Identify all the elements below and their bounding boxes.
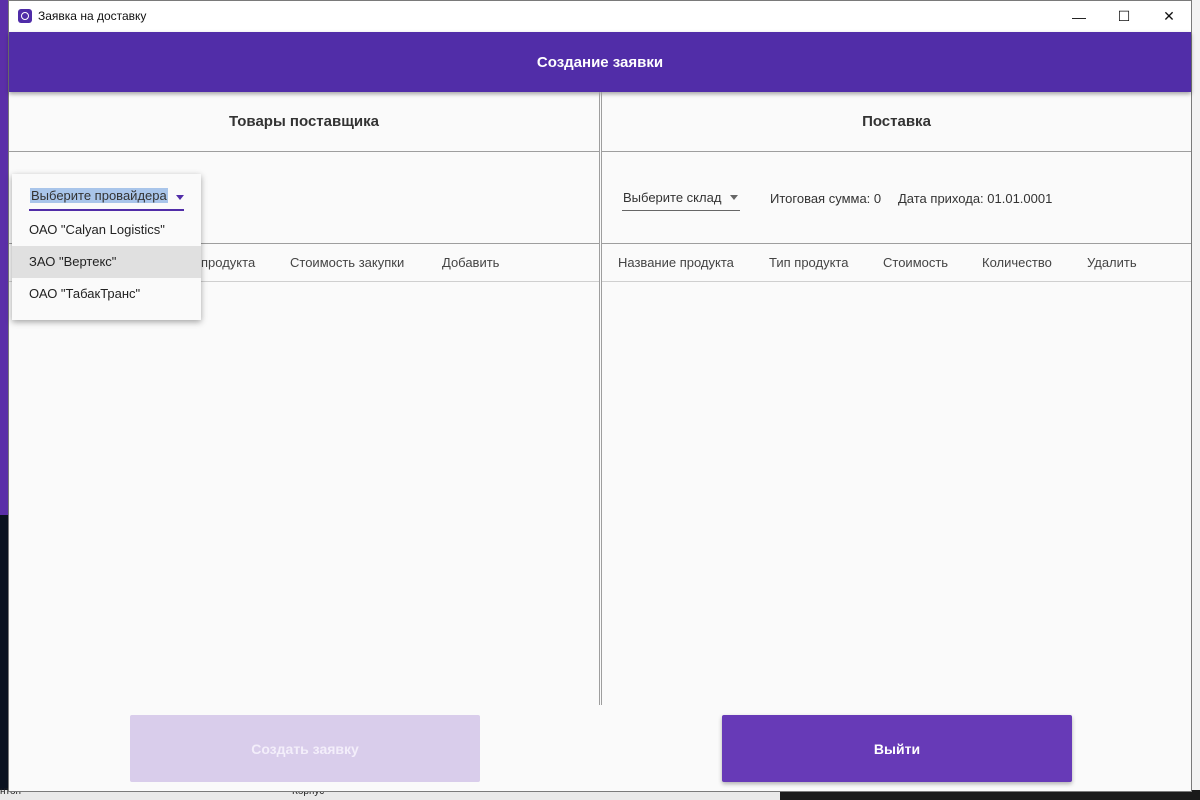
app-header: Создание заявки — [9, 32, 1191, 92]
delivery-toolbar: Выберите склад Итоговая сумма: 0 Дата пр… — [602, 152, 1191, 244]
supplier-products-title: Товары поставщика — [9, 92, 599, 152]
title-bar: Заявка на доставку — ☐ ✕ — [9, 1, 1191, 32]
column-add: Добавить — [442, 255, 500, 270]
arrival-date: Дата прихода: 01.01.0001 — [898, 191, 1053, 206]
column-cost: Стоимость — [883, 255, 949, 270]
provider-option[interactable]: ОАО "Calyan Logistics" — [12, 214, 201, 246]
provider-option[interactable]: ЗАО "Вертекс" — [12, 246, 201, 278]
page-title: Создание заявки — [536, 53, 664, 71]
chevron-down-icon — [176, 195, 184, 200]
chevron-down-icon — [730, 195, 738, 200]
column-purchase-cost: Стоимость закупки — [290, 255, 405, 270]
total-sum: Итоговая сумма: 0 — [770, 191, 882, 206]
column-product-type: Тип продукта — [769, 255, 849, 270]
column-delete: Удалить — [1087, 255, 1137, 270]
exit-button[interactable]: Выйти — [722, 715, 1072, 782]
minimize-button[interactable]: — — [1056, 1, 1102, 32]
column-quantity: Количество — [982, 255, 1052, 270]
column-product-name: продукта — [201, 255, 256, 270]
warehouse-select-label: Выберите склад — [623, 190, 722, 205]
delivery-panel: Поставка Выберите склад Итоговая сумма: … — [601, 92, 1191, 705]
provider-select-label: Выберите провайдера — [30, 188, 168, 203]
window-title: Заявка на доставку — [38, 9, 147, 23]
delivery-title: Поставка — [602, 92, 1191, 152]
provider-option[interactable]: ОАО "ТабакТранс" — [12, 278, 201, 310]
column-product-name: Название продукта — [618, 255, 734, 270]
warehouse-select[interactable]: Выберите склад — [622, 188, 740, 211]
delivery-table-header: Название продукта Тип продукта Стоимость… — [602, 244, 1191, 282]
provider-dropdown: Выберите провайдера ОАО "Calyan Logistic… — [12, 174, 201, 320]
provider-select[interactable]: Выберите провайдера — [29, 186, 184, 211]
create-request-button[interactable]: Создать заявку — [130, 715, 480, 782]
app-logo-icon — [18, 9, 32, 23]
maximize-button[interactable]: ☐ — [1101, 1, 1147, 32]
close-button[interactable]: ✕ — [1146, 1, 1192, 32]
app-window: Заявка на доставку — ☐ ✕ Создание заявки… — [8, 0, 1192, 792]
